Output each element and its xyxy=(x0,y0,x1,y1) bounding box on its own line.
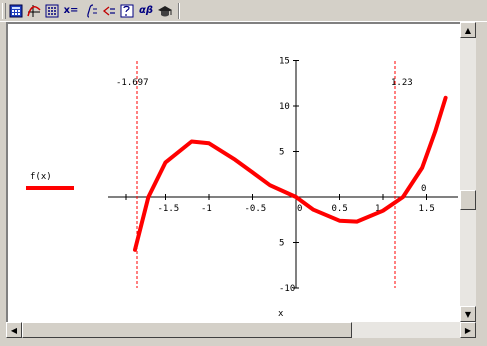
calculator-icon xyxy=(9,4,23,17)
y-tick-label: 10 xyxy=(279,102,290,112)
graph-toolbar-button[interactable] xyxy=(26,2,42,19)
evaluation-label: x= xyxy=(63,5,79,16)
function-trace xyxy=(133,95,448,252)
right-arrow-icon: ▶ xyxy=(464,325,472,335)
status-strip xyxy=(0,338,487,346)
x-tick-label: -0.5 xyxy=(245,204,267,214)
up-arrow-icon: ▲ xyxy=(464,25,472,35)
vertical-scrollbar[interactable]: ▲ ▼ xyxy=(460,22,476,322)
scroll-up-button[interactable]: ▲ xyxy=(460,22,476,38)
left-arrow-icon: ◀ xyxy=(10,325,18,335)
x-axis-label: x xyxy=(278,309,284,319)
symbolic-icon xyxy=(158,5,172,16)
y-tick-label: 15 xyxy=(279,57,290,67)
y-tick-label: -10 xyxy=(279,284,295,294)
marker-right-label: 1.23 xyxy=(391,78,413,88)
x-tick-label: -1 xyxy=(201,204,212,214)
x-tick-label: 0 xyxy=(297,204,302,214)
xy-plot[interactable]: f(x) -1.5 -1 -0.5 0 0.5 1 1.5 151055-10 -1.697… xyxy=(8,24,460,322)
marker-left-label: -1.697 xyxy=(116,78,149,88)
calculus-toolbar-button[interactable] xyxy=(83,2,99,19)
symbolic-toolbar-button[interactable] xyxy=(157,2,173,19)
scroll-down-button[interactable]: ▼ xyxy=(460,306,476,322)
marker-zero-label: 0 xyxy=(421,184,426,194)
calculus-icon xyxy=(87,3,97,18)
greek-toolbar-button[interactable]: αβ xyxy=(137,2,155,19)
x-tick-label: -1.5 xyxy=(158,204,180,214)
horizontal-scroll-thumb[interactable] xyxy=(22,322,352,338)
down-arrow-icon: ▼ xyxy=(464,309,472,319)
x-tick-label: 0.5 xyxy=(332,204,348,214)
calculator-toolbar-button[interactable] xyxy=(8,2,24,19)
window-edge xyxy=(476,22,487,322)
boolean-toolbar-button[interactable] xyxy=(101,2,117,19)
math-toolbar: x= αβ xyxy=(0,0,487,22)
scroll-right-button[interactable]: ▶ xyxy=(460,322,476,338)
greek-label: αβ xyxy=(138,5,154,16)
x-tick-label: 1.5 xyxy=(419,204,435,214)
horizontal-scrollbar[interactable]: ◀ ▶ xyxy=(6,322,476,338)
programming-toolbar-button[interactable] xyxy=(119,2,135,19)
y-tick-label: 5 xyxy=(279,239,284,249)
graph-icon xyxy=(27,4,41,17)
programming-icon xyxy=(120,4,134,17)
y-tick-label: 5 xyxy=(279,148,284,158)
boolean-icon xyxy=(102,5,115,16)
vertical-scroll-thumb[interactable] xyxy=(460,190,476,210)
evaluation-toolbar-button[interactable]: x= xyxy=(62,2,80,19)
matrix-toolbar-button[interactable] xyxy=(44,2,60,19)
plot-region[interactable]: f(x) -1.5 -1 -0.5 0 0.5 1 1.5 15 10 5 5 -10 -1.697… xyxy=(6,22,460,322)
legend-label: f(x) xyxy=(30,172,52,182)
toolbar-grip[interactable] xyxy=(2,3,6,19)
matrix-icon xyxy=(45,4,59,17)
scroll-left-button[interactable]: ◀ xyxy=(6,322,22,338)
toolbar-separator xyxy=(178,3,180,19)
